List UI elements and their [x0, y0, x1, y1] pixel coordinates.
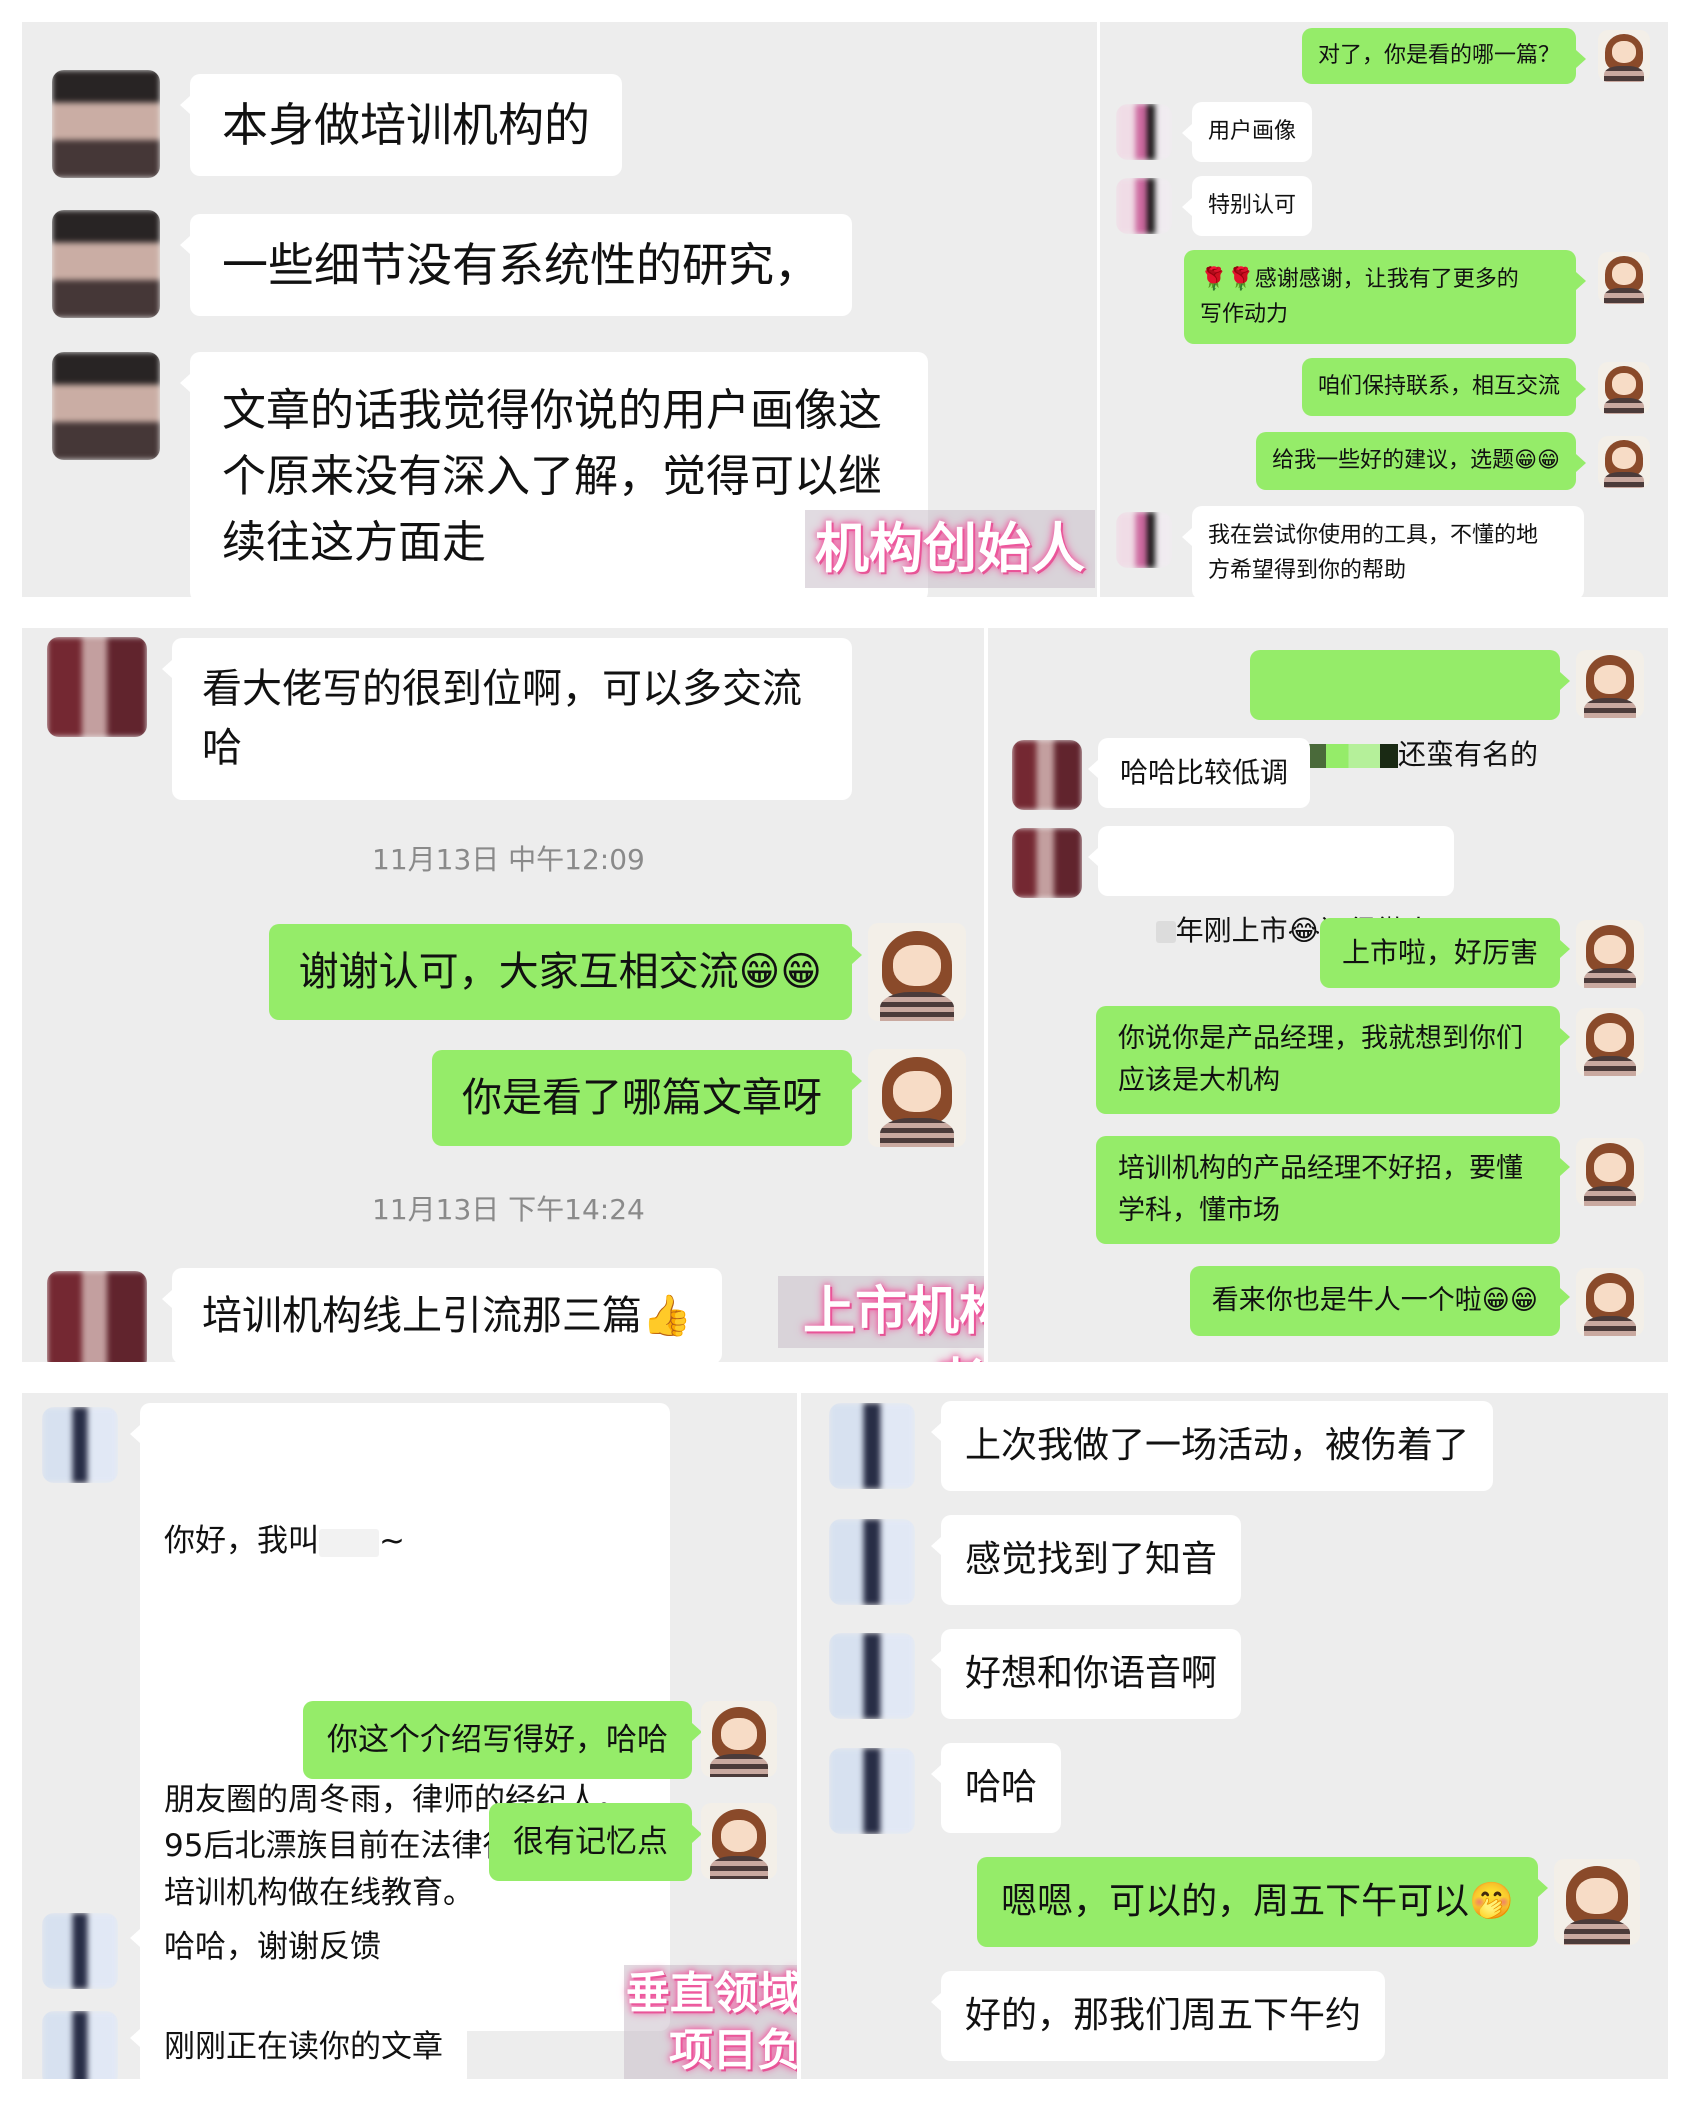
contact-avatar[interactable]	[47, 1271, 147, 1362]
contact-avatar[interactable]	[829, 1633, 915, 1719]
message-bubble: 哈哈	[930, 1743, 1062, 1833]
contact-avatar[interactable]	[829, 1403, 915, 1489]
contact-avatar[interactable]	[829, 1748, 915, 1834]
chat-panel-4: 还蛮有名的 哈哈比较低调 年刚上市😂还很微小 上市啦，好厉害 你说你是产品经理，…	[988, 628, 1668, 1362]
message-bubble: 你说你是产品经理，我就想到你们 应该是大机构	[1096, 1006, 1570, 1114]
message-bubble: 还蛮有名的	[1250, 650, 1570, 771]
message-bubble: 培训机构线上引流那三篇👍	[162, 1268, 722, 1362]
chat-panel-6: 上次我做了一场活动，被伤着了 感觉找到了知音 好想和你语音啊 哈哈 嗯嗯，可以的…	[801, 1393, 1668, 2079]
message-bubble: 哈哈，谢谢反馈	[130, 1907, 405, 1987]
category-label: 上市机构从业者	[778, 1276, 984, 1362]
message-bubble: 我在尝试你使用的工具，不懂的地 方希望得到你的帮助	[1182, 506, 1584, 597]
contact-avatar[interactable]	[52, 70, 160, 178]
message-bubble: 上市啦，好厉害	[1319, 918, 1571, 988]
message-bubble: 给我一些好的建议，选题😁😁	[1256, 432, 1586, 490]
message-bubble: 年刚上市😂还很微小	[1087, 826, 1455, 947]
chat-panel-2: 对了，你是看的哪一篇？ 用户画像 特别认可 🌹🌹感谢感谢，让我有了更多的 写作动…	[1100, 22, 1668, 597]
message-bubble: 哈哈比较低调	[1087, 738, 1311, 808]
chat-panel-founder: 本身做培训机构的 一些细节没有系统性的研究， 文章的话我觉得你说的用户画像这 个…	[22, 22, 1097, 597]
contact-avatar[interactable]	[1116, 512, 1172, 568]
message-bubble: 培训机构的产品经理不好招，要懂 学科，懂市场	[1096, 1136, 1570, 1244]
message-bubble: 嗯嗯，可以的，周五下午可以🤭	[977, 1857, 1548, 1947]
chat-panel-vertical-top1: 你好，我叫~ 朋友圈的周冬雨，律师的经纪人。 95后北漂族目前在法律行业 Top…	[22, 1393, 797, 2079]
user-avatar[interactable]	[1576, 650, 1644, 718]
contact-avatar[interactable]	[52, 210, 160, 318]
contact-avatar[interactable]	[1116, 178, 1172, 234]
intro-greeting: 你好，我叫 ~	[164, 1523, 405, 1559]
message-bubble: 谢谢认可，大家互相交流😁😁	[268, 924, 863, 1020]
user-avatar[interactable]	[701, 1803, 777, 1879]
user-avatar[interactable]	[1598, 436, 1650, 488]
category-label: 垂直领域TOP1 项目负责人	[624, 1965, 797, 2079]
message-bubble: 看来你也是牛人一个啦😁😁	[1189, 1266, 1571, 1336]
contact-avatar[interactable]	[42, 1913, 118, 1989]
user-avatar[interactable]	[868, 923, 966, 1021]
contact-avatar[interactable]	[42, 2011, 118, 2079]
redacted-year	[1155, 921, 1176, 943]
contact-avatar[interactable]	[42, 1407, 118, 1483]
user-avatar[interactable]	[1598, 30, 1650, 82]
message-bubble: 上次我做了一场活动，被伤着了	[930, 1401, 1494, 1491]
message-bubble: 一些细节没有系统性的研究，	[180, 214, 852, 316]
user-avatar[interactable]	[1576, 1268, 1644, 1336]
message-bubble: 你这个介绍写得好，哈哈	[303, 1701, 702, 1779]
message-bubble: 对了，你是看的哪一篇？	[1301, 28, 1587, 84]
redacted-name	[319, 1528, 379, 1557]
message-bubble: 你是看了哪篇文章呀	[432, 1050, 862, 1146]
user-avatar[interactable]	[1598, 252, 1650, 304]
chat-panel-listed-company: 看大佬写的很到位啊，可以多交流 哈 11月13日 中午12:09 谢谢认可，大家…	[22, 628, 984, 1362]
timestamp: 11月13日 中午12:09	[372, 843, 645, 876]
message-bubble: 好想和你语音啊	[930, 1629, 1242, 1719]
message-bubble: 本身做培训机构的	[180, 74, 622, 176]
message-bubble: 看大佬写的很到位啊，可以多交流 哈	[162, 638, 852, 801]
message-bubble: 用户画像	[1181, 102, 1313, 162]
message-bubble: 🌹🌹感谢感谢，让我有了更多的 写作动力	[1184, 250, 1586, 345]
contact-avatar[interactable]	[52, 352, 160, 460]
category-label: 机构创始人	[805, 510, 1095, 588]
user-avatar[interactable]	[701, 1701, 777, 1777]
contact-avatar[interactable]	[1012, 828, 1082, 898]
user-avatar[interactable]	[1576, 1138, 1644, 1206]
user-avatar[interactable]	[1598, 362, 1650, 414]
redacted-name	[1307, 744, 1398, 768]
message-bubble: 感觉找到了知音	[930, 1515, 1242, 1605]
contact-avatar[interactable]	[829, 1519, 915, 1605]
user-avatar[interactable]	[1576, 1008, 1644, 1076]
timestamp: 11月13日 下午14:24	[372, 1193, 645, 1226]
user-avatar[interactable]	[868, 1049, 966, 1147]
contact-avatar[interactable]	[1116, 104, 1172, 160]
message-bubble: 刚刚正在读你的文章	[130, 2007, 467, 2079]
contact-avatar[interactable]	[1012, 740, 1082, 810]
message-bubble: 咱们保持联系，相互交流	[1301, 358, 1587, 416]
user-avatar[interactable]	[1576, 920, 1644, 988]
message-text: 还蛮有名的	[1397, 738, 1538, 771]
user-avatar[interactable]	[1554, 1859, 1640, 1945]
message-bubble: 很有记忆点	[489, 1803, 702, 1881]
message-bubble: 好的，那我们周五下午约	[930, 1971, 1386, 2061]
message-bubble: 特别认可	[1181, 176, 1313, 236]
contact-avatar[interactable]	[47, 637, 147, 737]
